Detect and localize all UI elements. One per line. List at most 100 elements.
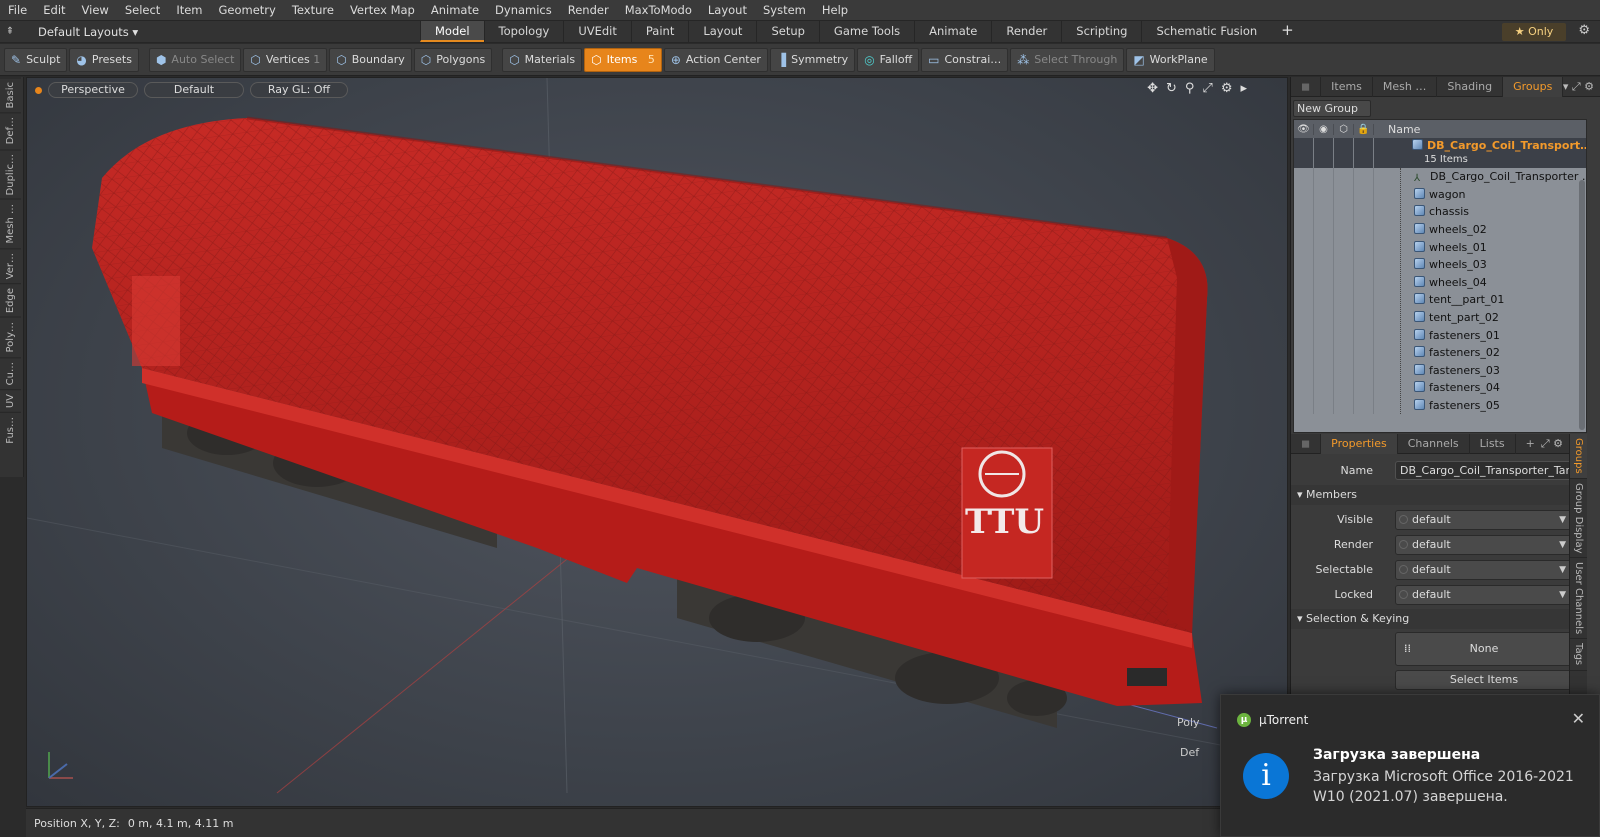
list-item[interactable]: wheels_01: [1294, 238, 1586, 256]
groups-scrollbar[interactable]: [1579, 180, 1585, 430]
select-icon[interactable]: ⬡: [1334, 123, 1354, 135]
render-dropdown[interactable]: default ▼: [1395, 534, 1573, 555]
list-item[interactable]: wagon: [1294, 185, 1586, 204]
close-icon[interactable]: ✕: [1572, 709, 1585, 728]
panel-icon[interactable]: ◼: [1291, 76, 1322, 97]
viewport-gear-icon[interactable]: ⚙: [1221, 81, 1233, 96]
menu-geometry[interactable]: Geometry: [211, 0, 284, 21]
left-tab-curve[interactable]: Cu…: [0, 356, 21, 390]
menu-select[interactable]: Select: [117, 0, 168, 21]
constraints-button[interactable]: ▭ Constrai…: [921, 47, 1009, 72]
tab-paint[interactable]: Paint: [630, 21, 688, 42]
list-item[interactable]: ⅄ DB_Cargo_Coil_Transporter …: [1294, 168, 1586, 186]
left-tab-basic[interactable]: Basic: [0, 77, 21, 113]
presets-button[interactable]: ◕ Presets: [69, 47, 139, 72]
pan-icon[interactable]: ✥: [1147, 81, 1158, 96]
tab-lists[interactable]: Lists: [1470, 433, 1516, 454]
gear-icon[interactable]: ⚙: [1578, 23, 1590, 38]
side-tab-tags[interactable]: Tags: [1570, 639, 1587, 671]
left-tab-vertex[interactable]: Ver…: [0, 247, 21, 284]
tab-shading[interactable]: Shading: [1437, 76, 1504, 97]
tab-render[interactable]: Render: [991, 21, 1061, 42]
tab-channels[interactable]: Channels: [1398, 433, 1470, 454]
zoom-icon[interactable]: ⚲: [1185, 81, 1195, 96]
lock-icon[interactable]: 🔒: [1354, 123, 1374, 135]
menu-edit[interactable]: Edit: [35, 0, 73, 21]
left-tab-deform[interactable]: Def…: [0, 112, 21, 149]
menu-view[interactable]: View: [74, 0, 117, 21]
list-item[interactable]: wheels_04: [1294, 273, 1586, 292]
panel-expand-icon[interactable]: ▾ ⤢ ⚙: [1563, 80, 1594, 94]
side-tab-user-channels[interactable]: User Channels: [1570, 558, 1587, 640]
left-tab-uv[interactable]: UV: [0, 389, 21, 413]
tab-schematic-fusion[interactable]: Schematic Fusion: [1141, 21, 1271, 42]
menu-vertex-map[interactable]: Vertex Map: [342, 0, 423, 21]
workplane-button[interactable]: ◩ WorkPlane: [1126, 47, 1215, 72]
raygl-dropdown[interactable]: Ray GL: Off: [250, 82, 348, 98]
select-items-button[interactable]: Select Items: [1395, 669, 1573, 690]
list-item[interactable]: fasteners_05: [1294, 396, 1586, 415]
list-item[interactable]: fasteners_03: [1294, 361, 1586, 380]
menu-system[interactable]: System: [755, 0, 814, 21]
3d-viewport[interactable]: TTU Perspective Default Ray GL: Off ✥ ↻ …: [26, 77, 1288, 807]
properties-panel-icon[interactable]: ◼: [1291, 433, 1322, 454]
materials-button[interactable]: ⬡ Materials: [502, 47, 583, 72]
locked-dropdown[interactable]: default ▼: [1395, 584, 1573, 605]
tab-game-tools[interactable]: Game Tools: [818, 21, 914, 42]
menu-help[interactable]: Help: [814, 0, 856, 21]
list-item[interactable]: chassis: [1294, 203, 1586, 221]
tab-uvedit[interactable]: UVEdit: [563, 21, 631, 42]
sculpt-button[interactable]: ✎ Sculpt: [4, 47, 68, 72]
left-tab-edge[interactable]: Edge: [0, 283, 21, 318]
view-type-dropdown[interactable]: Perspective: [48, 82, 138, 98]
new-group-button[interactable]: New Group: [1293, 100, 1371, 117]
utorrent-notification[interactable]: µ µTorrent ✕ i Загрузка завершена Загруз…: [1220, 694, 1600, 837]
members-section[interactable]: ▾ Members: [1291, 485, 1569, 505]
render-icon[interactable]: ◉: [1314, 123, 1334, 135]
falloff-button[interactable]: ◎ Falloff: [857, 47, 920, 72]
selectable-dropdown[interactable]: default ▼: [1395, 559, 1573, 580]
tab-topology[interactable]: Topology: [483, 21, 564, 42]
list-item[interactable]: tent__part_01: [1294, 291, 1586, 309]
select-through-button[interactable]: ⁂ Select Through: [1010, 47, 1125, 72]
viewport-expand-icon[interactable]: ▸: [1240, 81, 1247, 96]
group-row[interactable]: DB_Cargo_Coil_Transport… 15 Items: [1294, 138, 1586, 168]
only-toggle[interactable]: ★ Only: [1502, 23, 1566, 41]
viewport-options-icon[interactable]: [35, 86, 42, 94]
shading-dropdown[interactable]: Default: [144, 82, 244, 98]
left-tab-duplicate[interactable]: Duplic…: [0, 148, 21, 200]
boundary-button[interactable]: ⬡ Boundary: [329, 47, 412, 72]
tab-items[interactable]: Items: [1321, 76, 1373, 97]
menu-layout[interactable]: Layout: [700, 0, 755, 21]
tab-animate[interactable]: Animate: [914, 21, 991, 42]
menu-maxtomodo[interactable]: MaxToModo: [617, 0, 700, 21]
none-button[interactable]: ⁞⁞ None: [1395, 632, 1573, 666]
fit-icon[interactable]: ⤢: [1202, 81, 1212, 96]
symmetry-button[interactable]: ▐ Symmetry: [769, 47, 856, 72]
tab-properties[interactable]: Properties: [1321, 433, 1398, 454]
visible-dropdown[interactable]: default ▼: [1395, 509, 1573, 530]
menu-animate[interactable]: Animate: [423, 0, 487, 21]
name-field[interactable]: DB_Cargo_Coil_Transporter_Tarp: [1395, 461, 1577, 480]
list-item[interactable]: wheels_03: [1294, 255, 1586, 274]
selection-keying-section[interactable]: ▾ Selection & Keying: [1291, 609, 1569, 629]
menu-texture[interactable]: Texture: [284, 0, 342, 21]
action-center-button[interactable]: ⊕ Action Center: [663, 47, 768, 72]
list-item[interactable]: fasteners_04: [1294, 379, 1586, 397]
left-tab-fusion[interactable]: Fus…: [0, 412, 21, 449]
list-item[interactable]: tent_part_02: [1294, 308, 1586, 327]
side-tab-group-display[interactable]: Group Display: [1570, 479, 1587, 559]
properties-expand-icon[interactable]: ⤢ ⚙: [1541, 437, 1563, 451]
layout-arrow-icon[interactable]: ⇞: [0, 26, 20, 37]
list-item[interactable]: wheels_02: [1294, 220, 1586, 239]
tab-groups[interactable]: Groups: [1503, 76, 1564, 97]
auto-select-button[interactable]: ⬢ Auto Select: [148, 47, 242, 72]
menu-file[interactable]: File: [0, 0, 35, 21]
tab-mesh[interactable]: Mesh …: [1373, 76, 1438, 97]
side-tab-groups[interactable]: Groups: [1570, 434, 1587, 479]
left-tab-mesh[interactable]: Mesh …: [0, 199, 21, 248]
add-tab-icon[interactable]: +: [1271, 21, 1304, 42]
items-button[interactable]: ⬡ Items 5: [584, 47, 662, 72]
visibility-eye-icon[interactable]: 👁: [1294, 123, 1314, 135]
menu-render[interactable]: Render: [560, 0, 617, 21]
